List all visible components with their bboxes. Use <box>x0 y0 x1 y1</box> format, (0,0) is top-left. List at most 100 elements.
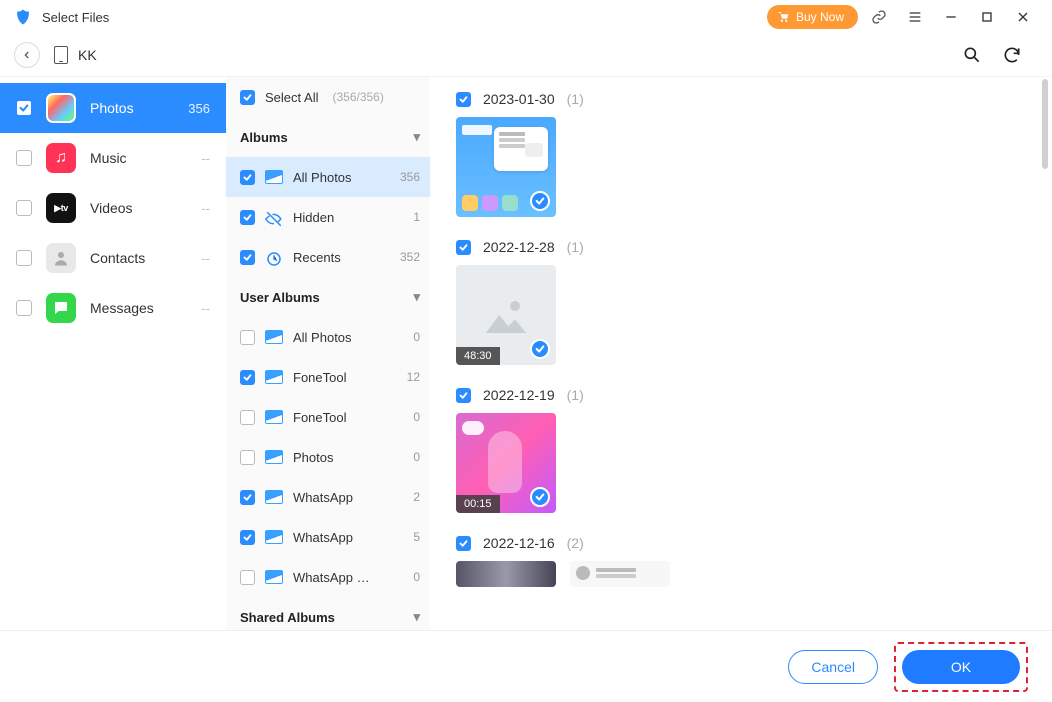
photo-icon <box>265 570 283 584</box>
date-group-header[interactable]: 2023-01-30(1) <box>456 91 1032 107</box>
group-count: (2) <box>567 535 584 551</box>
category-checkbox[interactable] <box>16 200 32 216</box>
photo-icon <box>265 530 283 544</box>
album-count: 12 <box>396 370 420 384</box>
category-contacts[interactable]: Contacts-- <box>0 233 226 283</box>
chevron-down-icon: ▾ <box>413 609 420 625</box>
album-label: WhatsApp <box>293 530 386 545</box>
album-checkbox[interactable] <box>240 450 255 465</box>
cart-icon <box>777 11 790 24</box>
album-count: 2 <box>396 490 420 504</box>
category-music[interactable]: ♫Music-- <box>0 133 226 183</box>
group-checkbox[interactable] <box>456 92 471 107</box>
minimize-button[interactable] <box>936 2 966 32</box>
hidden-icon <box>265 210 283 224</box>
category-checkbox[interactable] <box>16 100 32 116</box>
clock-icon <box>265 250 283 264</box>
album-item[interactable]: Photos0 <box>226 437 430 477</box>
ok-button[interactable]: OK <box>902 650 1020 684</box>
album-item[interactable]: WhatsApp …0 <box>226 557 430 597</box>
back-button[interactable] <box>14 42 40 68</box>
category-photos[interactable]: Photos356 <box>0 83 226 133</box>
selected-check-icon[interactable] <box>530 339 550 359</box>
search-button[interactable] <box>962 45 982 65</box>
photo-thumbnail[interactable] <box>570 561 670 587</box>
menu-icon[interactable] <box>900 2 930 32</box>
video-duration: 00:15 <box>456 495 500 513</box>
album-checkbox[interactable] <box>240 170 255 185</box>
photo-thumbnail[interactable] <box>456 561 556 587</box>
album-item[interactable]: WhatsApp2 <box>226 477 430 517</box>
photo-thumbnail[interactable] <box>456 117 556 217</box>
album-item[interactable]: All Photos0 <box>226 317 430 357</box>
category-checkbox[interactable] <box>16 300 32 316</box>
buy-now-button[interactable]: Buy Now <box>767 5 858 29</box>
date-group-header[interactable]: 2022-12-19(1) <box>456 387 1032 403</box>
album-label: Photos <box>293 450 386 465</box>
selected-check-icon[interactable] <box>530 191 550 211</box>
category-label: Videos <box>90 200 187 216</box>
category-checkbox[interactable] <box>16 150 32 166</box>
selected-check-icon[interactable] <box>530 487 550 507</box>
group-checkbox[interactable] <box>456 388 471 403</box>
group-count: (1) <box>567 387 584 403</box>
maximize-button[interactable] <box>972 2 1002 32</box>
category-videos[interactable]: ▶tvVideos-- <box>0 183 226 233</box>
search-icon <box>962 45 982 65</box>
buy-now-label: Buy Now <box>796 10 844 24</box>
album-checkbox[interactable] <box>240 370 255 385</box>
group-date: 2022-12-28 <box>483 239 555 255</box>
shared-albums-section-header[interactable]: Shared Albums▾ <box>226 597 430 630</box>
album-item[interactable]: Hidden1 <box>226 197 430 237</box>
photo-icon <box>265 370 283 384</box>
album-label: FoneTool <box>293 370 386 385</box>
group-checkbox[interactable] <box>456 240 471 255</box>
cancel-button[interactable]: Cancel <box>788 650 878 684</box>
photo-icon <box>265 450 283 464</box>
date-group-header[interactable]: 2022-12-16 (2) <box>456 535 1032 551</box>
link-icon[interactable] <box>864 2 894 32</box>
select-all-row[interactable]: Select All(356/356) <box>226 77 430 117</box>
album-item[interactable]: FoneTool 12 <box>226 357 430 397</box>
close-button[interactable] <box>1008 2 1038 32</box>
album-label: WhatsApp … <box>293 570 386 585</box>
albums-section-header[interactable]: Albums▾ <box>226 117 430 157</box>
album-label: FoneTool <box>293 410 386 425</box>
photo-thumbnail[interactable]: 48:30 <box>456 265 556 365</box>
album-checkbox[interactable] <box>240 410 255 425</box>
category-checkbox[interactable] <box>16 250 32 266</box>
device-name: KK <box>78 47 97 63</box>
photo-icon <box>265 170 283 184</box>
user-albums-section-header[interactable]: User Albums▾ <box>226 277 430 317</box>
album-checkbox[interactable] <box>240 490 255 505</box>
album-item[interactable]: Recents352 <box>226 237 430 277</box>
album-checkbox[interactable] <box>240 330 255 345</box>
group-count: (1) <box>567 239 584 255</box>
photo-icon <box>265 490 283 504</box>
album-checkbox[interactable] <box>240 90 255 105</box>
album-checkbox[interactable] <box>240 530 255 545</box>
album-item[interactable]: All Photos356 <box>226 157 430 197</box>
album-checkbox[interactable] <box>240 210 255 225</box>
group-count: (1) <box>567 91 584 107</box>
category-messages[interactable]: Messages-- <box>0 283 226 333</box>
refresh-button[interactable] <box>1002 45 1022 65</box>
album-label: All Photos <box>293 170 386 185</box>
video-duration: 48:30 <box>456 347 500 365</box>
group-checkbox[interactable] <box>456 536 471 551</box>
album-item[interactable]: FoneTool0 <box>226 397 430 437</box>
content-scrollbar[interactable] <box>1042 79 1048 169</box>
photo-thumbnail[interactable]: 00:15 <box>456 413 556 513</box>
album-checkbox[interactable] <box>240 250 255 265</box>
chevron-left-icon <box>22 50 32 60</box>
album-checkbox[interactable] <box>240 570 255 585</box>
app-logo-icon <box>14 8 32 26</box>
window-title: Select Files <box>42 10 109 25</box>
album-label: All Photos <box>293 330 386 345</box>
ok-button-highlight: OK <box>894 642 1028 692</box>
album-label: Hidden <box>293 210 386 225</box>
date-group-header[interactable]: 2022-12-28 (1) <box>456 239 1032 255</box>
group-date: 2022-12-16 <box>483 535 555 551</box>
album-item[interactable]: WhatsApp5 <box>226 517 430 557</box>
category-label: Contacts <box>90 250 187 266</box>
